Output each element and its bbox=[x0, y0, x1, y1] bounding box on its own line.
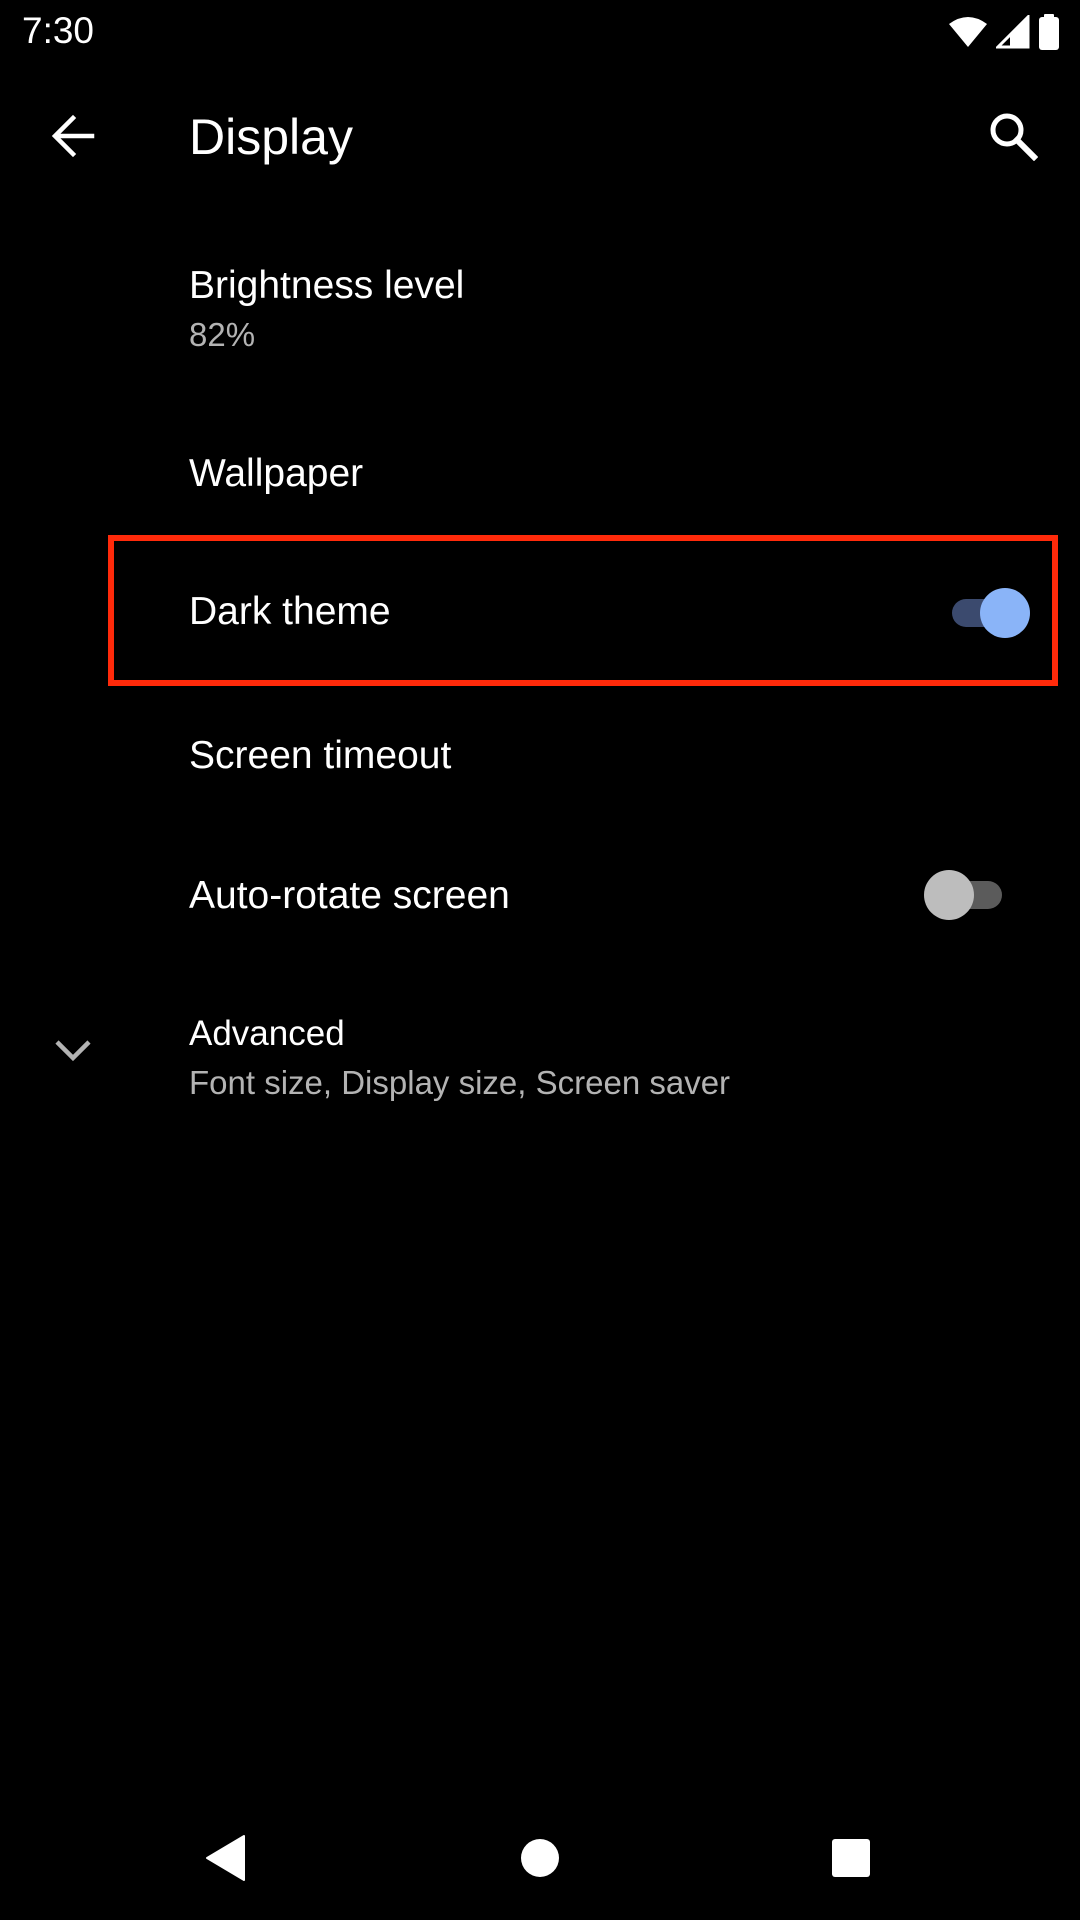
nav-recents-icon bbox=[831, 1838, 871, 1883]
toggle-thumb bbox=[924, 870, 974, 920]
back-button[interactable] bbox=[34, 99, 112, 177]
status-icons bbox=[948, 12, 1060, 52]
brightness-level-value: 82% bbox=[189, 316, 256, 353]
toolbar: Display bbox=[0, 63, 1080, 210]
wifi-icon bbox=[948, 16, 988, 48]
auto-rotate-toggle[interactable] bbox=[924, 870, 1008, 920]
advanced-setting[interactable]: Advanced Font size, Display size, Screen… bbox=[0, 990, 1080, 1130]
chevron-down-icon bbox=[52, 1030, 94, 1072]
auto-rotate-setting[interactable]: Auto-rotate screen bbox=[0, 840, 1080, 950]
battery-icon bbox=[1038, 14, 1060, 50]
nav-back-icon bbox=[204, 1834, 248, 1887]
brightness-level-setting[interactable]: Brightness level 82% bbox=[0, 238, 1080, 376]
nav-home-button[interactable] bbox=[500, 1820, 580, 1900]
wallpaper-title: Wallpaper bbox=[189, 452, 364, 495]
nav-home-icon bbox=[520, 1838, 560, 1883]
brightness-level-title: Brightness level bbox=[189, 264, 465, 307]
nav-back-button[interactable] bbox=[186, 1820, 266, 1900]
advanced-summary: Font size, Display size, Screen saver bbox=[189, 1064, 731, 1101]
cell-signal-icon bbox=[996, 15, 1030, 49]
status-time: 7:30 bbox=[22, 10, 95, 51]
navigation-bar bbox=[0, 1800, 1080, 1920]
page-title: Display bbox=[189, 109, 353, 165]
advanced-title: Advanced bbox=[189, 1014, 345, 1053]
screen-timeout-title: Screen timeout bbox=[189, 734, 452, 777]
arrow-back-icon bbox=[50, 113, 96, 164]
wallpaper-setting[interactable]: Wallpaper bbox=[0, 420, 1080, 530]
dark-theme-title: Dark theme bbox=[189, 590, 391, 633]
auto-rotate-title: Auto-rotate screen bbox=[189, 874, 510, 917]
screen-timeout-setting[interactable]: Screen timeout bbox=[0, 700, 1080, 810]
toggle-thumb bbox=[980, 588, 1030, 638]
status-bar: 7:30 bbox=[0, 0, 1080, 63]
dark-theme-toggle[interactable] bbox=[946, 588, 1030, 638]
search-button[interactable] bbox=[974, 99, 1052, 177]
search-icon bbox=[988, 111, 1039, 166]
nav-recents-button[interactable] bbox=[811, 1820, 891, 1900]
dark-theme-setting[interactable]: Dark theme bbox=[0, 532, 1080, 690]
